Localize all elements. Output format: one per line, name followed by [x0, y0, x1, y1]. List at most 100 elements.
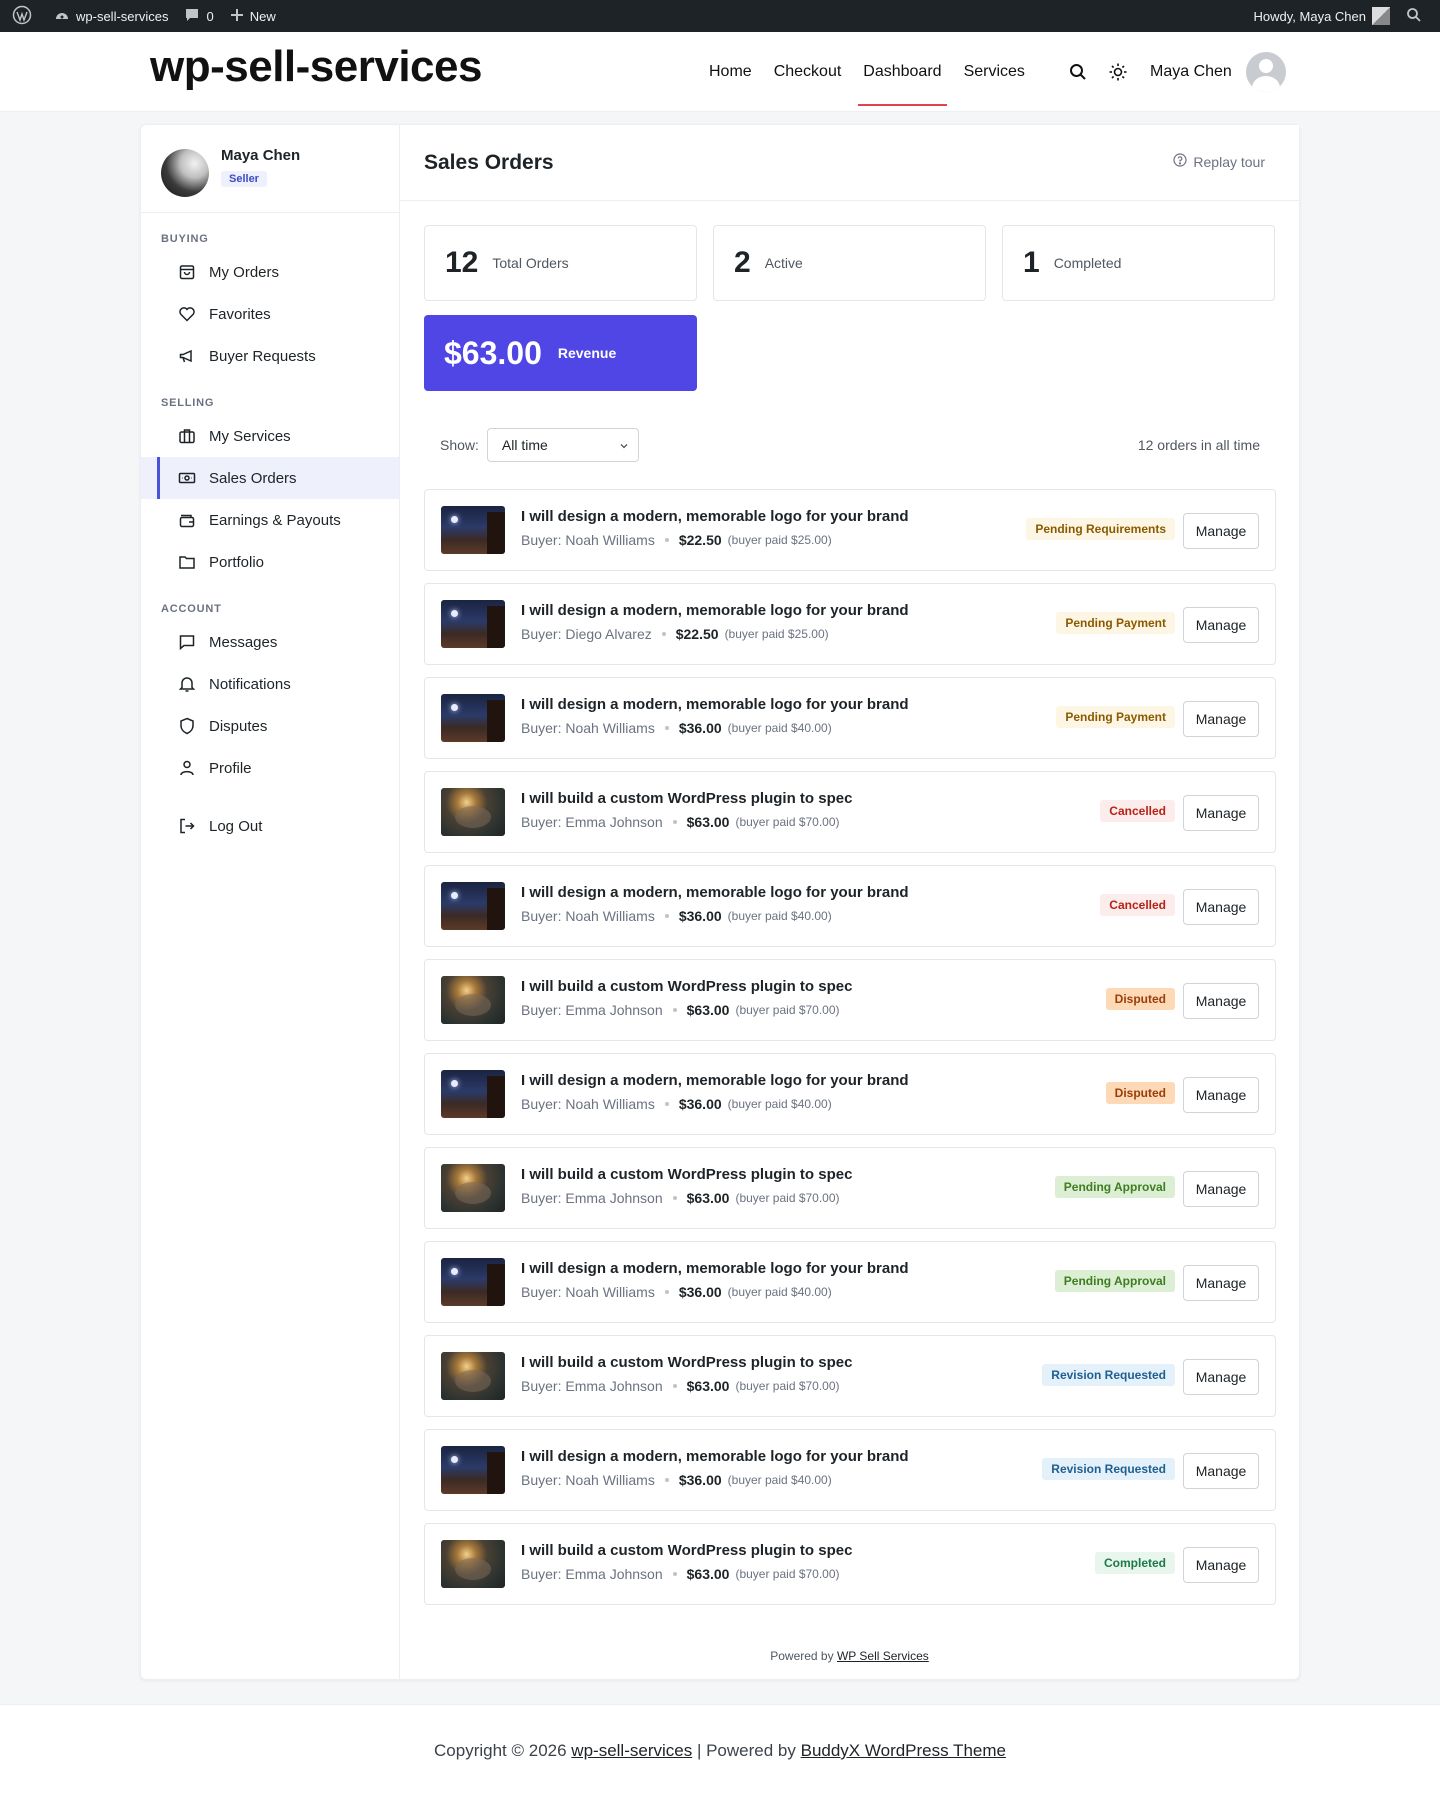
service-thumbnail[interactable] [441, 1070, 505, 1118]
admin-bar-account[interactable]: Howdy, Maya Chen [1246, 0, 1398, 32]
manage-button[interactable]: Manage [1183, 889, 1259, 925]
sidebar-item-profile[interactable]: Profile [141, 747, 399, 789]
nav-services[interactable]: Services [953, 32, 1036, 112]
order-title[interactable]: I will build a custom WordPress plugin t… [521, 1354, 852, 1371]
manage-button[interactable]: Manage [1183, 983, 1259, 1019]
manage-button[interactable]: Manage [1183, 1359, 1259, 1395]
service-thumbnail[interactable] [441, 600, 505, 648]
manage-button[interactable]: Manage [1183, 1171, 1259, 1207]
manage-button[interactable]: Manage [1183, 701, 1259, 737]
order-title[interactable]: I will build a custom WordPress plugin t… [521, 1166, 852, 1183]
order-title[interactable]: I will design a modern, memorable logo f… [521, 508, 909, 525]
order-title[interactable]: I will build a custom WordPress plugin t… [521, 1542, 852, 1559]
service-thumbnail[interactable] [441, 1446, 505, 1494]
manage-button[interactable]: Manage [1183, 1265, 1259, 1301]
sidebar-item-buyer-requests[interactable]: Buyer Requests [141, 335, 399, 377]
order-buyer-paid: (buyer paid $25.00) [724, 627, 829, 641]
service-thumbnail[interactable] [441, 694, 505, 742]
admin-bar-new[interactable]: New [222, 0, 284, 32]
separator-dot [664, 1290, 669, 1294]
sidebar-item-portfolio[interactable]: Portfolio [141, 541, 399, 583]
admin-bar-search[interactable] [1398, 0, 1436, 32]
chevron-down-icon [618, 439, 630, 455]
manage-button[interactable]: Manage [1183, 1077, 1259, 1113]
admin-bar-site-link[interactable]: wp-sell-services [46, 0, 176, 32]
nav-checkout[interactable]: Checkout [763, 32, 853, 112]
stats-row: 12 Total Orders 2 Active 1 Completed [424, 225, 1276, 301]
sidebar-item-messages[interactable]: Messages [141, 621, 399, 663]
order-buyer: Buyer: Diego Alvarez [521, 626, 652, 642]
sidebar-item-label: Earnings & Payouts [209, 511, 341, 529]
admin-bar: wp-sell-services 0 New Howdy, Maya Chen [0, 0, 1440, 32]
order-title[interactable]: I will design a modern, memorable logo f… [521, 696, 909, 713]
sidebar-item-label: My Orders [209, 263, 280, 281]
sidebar-item-disputes[interactable]: Disputes [141, 705, 399, 747]
profile-box: Maya Chen Seller [141, 125, 399, 213]
sidebar-item-label: Messages [209, 633, 278, 651]
nav-dashboard[interactable]: Dashboard [852, 32, 952, 112]
order-title[interactable]: I will build a custom WordPress plugin t… [521, 790, 852, 807]
service-thumbnail[interactable] [441, 1258, 505, 1306]
service-thumbnail[interactable] [441, 1540, 505, 1588]
table-row: I will design a modern, memorable logo f… [424, 583, 1276, 665]
search-icon[interactable] [1066, 60, 1090, 84]
footer-site-link[interactable]: wp-sell-services [571, 1741, 692, 1760]
wp-logo-menu[interactable] [4, 0, 46, 32]
orders-list: I will design a modern, memorable logo f… [424, 489, 1276, 1617]
sun-icon[interactable] [1106, 60, 1130, 84]
manage-button[interactable]: Manage [1183, 607, 1259, 643]
sidebar-item-my-orders[interactable]: My Orders [141, 251, 399, 293]
service-thumbnail[interactable] [441, 788, 505, 836]
header-avatar[interactable] [1245, 52, 1286, 92]
heart-icon [177, 304, 197, 324]
order-price: $22.50 [675, 626, 719, 642]
service-thumbnail[interactable] [441, 1164, 505, 1212]
admin-bar-comments[interactable]: 0 [176, 0, 221, 32]
separator-dot [664, 726, 669, 730]
order-price: $36.00 [678, 1284, 722, 1300]
order-buyer-paid: (buyer paid $70.00) [735, 1003, 840, 1017]
order-title[interactable]: I will design a modern, memorable logo f… [521, 1448, 909, 1465]
service-thumbnail[interactable] [441, 976, 505, 1024]
order-buyer-paid: (buyer paid $25.00) [727, 533, 832, 547]
manage-button[interactable]: Manage [1183, 795, 1259, 831]
order-title[interactable]: I will design a modern, memorable logo f… [521, 884, 909, 901]
order-price: $63.00 [686, 1002, 730, 1018]
sidebar-item-notifications[interactable]: Notifications [141, 663, 399, 705]
order-title[interactable]: I will design a modern, memorable logo f… [521, 1072, 909, 1089]
order-price: $36.00 [678, 720, 722, 736]
table-row: I will build a custom WordPress plugin t… [424, 771, 1276, 853]
order-count: 12 orders in all time [1137, 437, 1260, 453]
order-title[interactable]: I will build a custom WordPress plugin t… [521, 978, 852, 995]
site-title[interactable]: wp-sell-services [150, 42, 482, 92]
table-row: I will build a custom WordPress plugin t… [424, 1147, 1276, 1229]
sales-orders-panel: Sales Orders Replay tour 12 Total Orders… [400, 125, 1299, 1679]
sidebar-item-label: Portfolio [209, 553, 265, 571]
powered-link[interactable]: WP Sell Services [837, 1649, 929, 1663]
stat-revenue: $63.00 Revenue [424, 315, 697, 391]
manage-button[interactable]: Manage [1183, 1547, 1259, 1583]
order-title[interactable]: I will design a modern, memorable logo f… [521, 602, 909, 619]
service-thumbnail[interactable] [441, 506, 505, 554]
period-select-value: All time [501, 437, 548, 453]
sidebar-item-sales-orders[interactable]: Sales Orders [141, 457, 399, 499]
header-user-name[interactable]: Maya Chen [1150, 63, 1232, 81]
order-meta: Buyer: Noah Williams $36.00 (buyer paid $4… [521, 908, 832, 924]
service-thumbnail[interactable] [441, 882, 505, 930]
manage-button[interactable]: Manage [1183, 513, 1259, 549]
stat-label: Completed [1053, 255, 1122, 271]
sidebar-item-favorites[interactable]: Favorites [141, 293, 399, 335]
replay-tour-link[interactable]: Replay tour [1173, 153, 1265, 170]
message-icon [177, 632, 197, 652]
sidebar-item-earnings-payouts[interactable]: Earnings & Payouts [141, 499, 399, 541]
header-tools: Maya Chen [1066, 32, 1286, 112]
footer-theme-link[interactable]: BuddyX WordPress Theme [801, 1741, 1006, 1760]
manage-button[interactable]: Manage [1183, 1453, 1259, 1489]
nav-home[interactable]: Home [698, 32, 763, 112]
order-title[interactable]: I will design a modern, memorable logo f… [521, 1260, 909, 1277]
sidebar-item-logout[interactable]: Log Out [141, 805, 399, 847]
service-thumbnail[interactable] [441, 1352, 505, 1400]
sidebar-item-my-services[interactable]: My Services [141, 415, 399, 457]
period-select[interactable]: All time [486, 428, 639, 462]
dashboard-sidebar: Maya Chen Seller BUYING My Orders Favori… [141, 125, 400, 1679]
